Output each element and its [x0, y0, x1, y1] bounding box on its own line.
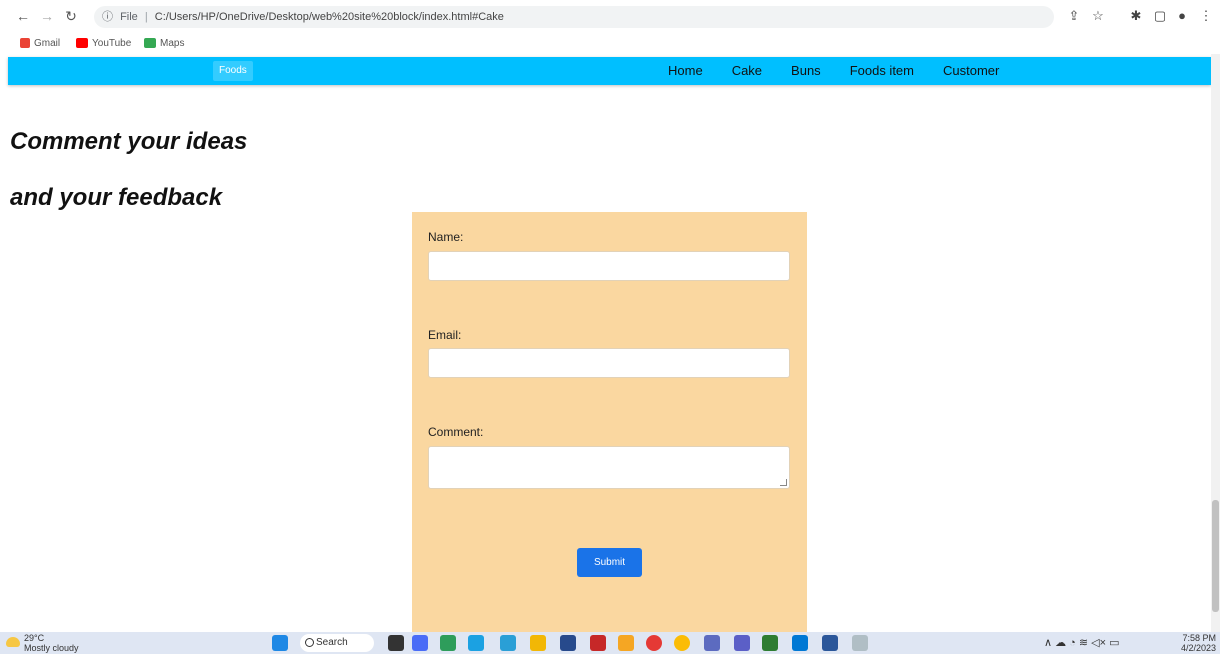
chat-icon[interactable] [412, 635, 428, 651]
email-label: Email: [428, 328, 462, 342]
url-text: C:/Users/HP/OneDrive/Desktop/web%20site%… [154, 11, 504, 23]
side-panel-icon[interactable]: ▢ [1152, 8, 1168, 24]
bookmark-maps[interactable]: Maps [144, 36, 184, 52]
star-icon[interactable]: ☆ [1090, 8, 1106, 24]
profile-icon[interactable]: ● [1174, 8, 1190, 24]
security-app-icon[interactable] [590, 635, 606, 651]
url-prefix: File [120, 11, 138, 23]
store-icon[interactable] [560, 635, 576, 651]
app-icon[interactable] [704, 635, 720, 651]
address-bar[interactable]: ⓘ File | C:/Users/HP/OneDrive/Desktop/we… [94, 6, 1054, 28]
page-heading-line2: and your feedback [10, 184, 223, 211]
logo-text: Foods [219, 65, 247, 76]
bookmark-gmail[interactable]: Gmail [20, 36, 60, 52]
bookmark-label: Maps [160, 38, 185, 49]
app-icon[interactable] [618, 635, 634, 651]
site-menu: Home Cake Buns Foods item Customer [668, 57, 1028, 85]
gmail-icon [20, 38, 30, 49]
pycharm-icon[interactable] [762, 635, 778, 651]
edge-icon[interactable] [468, 635, 484, 651]
bookmark-youtube[interactable]: YouTube [76, 36, 131, 52]
weather-condition: Mostly cloudy [24, 643, 79, 653]
app-icon[interactable] [440, 635, 456, 651]
site-navbar: Foods Home Cake Buns Foods item Customer [8, 57, 1211, 85]
comment-label: Comment: [428, 425, 484, 439]
youtube-icon [76, 38, 88, 49]
start-icon[interactable] [272, 635, 288, 651]
nav-foods-item[interactable]: Foods item [850, 57, 914, 85]
nav-customer[interactable]: Customer [943, 57, 999, 85]
vscode-icon[interactable] [792, 635, 808, 651]
resize-handle-icon[interactable] [780, 479, 787, 486]
site-logo[interactable]: Foods [213, 61, 253, 81]
back-icon[interactable]: ← [14, 7, 32, 25]
clock[interactable]: 7:58 PM 4/2/2023 [1172, 633, 1216, 653]
info-icon[interactable]: ⓘ [102, 6, 113, 28]
weather-widget[interactable]: 29°C Mostly cloudy [24, 633, 79, 653]
date: 4/2/2023 [1180, 643, 1216, 653]
scrollbar-thumb[interactable] [1212, 500, 1219, 612]
opera-icon[interactable] [646, 635, 662, 651]
menu-icon[interactable]: ⋮ [1198, 8, 1214, 24]
maps-icon [144, 38, 156, 49]
task-view-icon[interactable] [388, 635, 404, 651]
reload-icon[interactable]: ↻ [62, 7, 80, 25]
taskbar: 29°C Mostly cloudy Search ∧ ☁ ◔ ≋ ◁× ▭ 7… [0, 632, 1220, 654]
email-input[interactable] [428, 348, 790, 378]
browser-toolbar: ← → ↻ ⓘ File | C:/Users/HP/OneDrive/Desk… [0, 0, 1220, 34]
chrome-icon[interactable] [674, 635, 690, 651]
search-label: Search [316, 637, 348, 648]
comment-textarea[interactable] [428, 446, 790, 489]
feedback-form: Name: Email: Comment: Submit [412, 212, 807, 632]
temperature: 29°C [24, 633, 45, 643]
word-icon[interactable] [822, 635, 838, 651]
share-icon[interactable]: ⇪ [1066, 8, 1082, 24]
name-input[interactable] [428, 251, 790, 281]
nav-home[interactable]: Home [668, 57, 703, 85]
extensions-icon[interactable]: ✱ [1128, 8, 1144, 24]
app-icon[interactable] [500, 635, 516, 651]
page-heading-line1: Comment your ideas [10, 128, 248, 155]
search-icon [305, 638, 314, 647]
taskbar-search[interactable]: Search [300, 634, 374, 652]
url-separator: | [144, 11, 148, 23]
bookmark-label: YouTube [92, 38, 132, 49]
file-explorer-icon[interactable] [530, 635, 546, 651]
bookmark-label: Gmail [34, 38, 61, 49]
system-tray[interactable]: ∧ ☁ ◔ ≋ ◁× ▭ [1044, 636, 1119, 649]
bookmarks-bar: Gmail YouTube Maps [0, 34, 1220, 54]
teams-icon[interactable] [734, 635, 750, 651]
nav-buns[interactable]: Buns [791, 57, 821, 85]
time: 7:58 PM [1182, 633, 1216, 643]
forward-icon[interactable]: → [38, 7, 56, 25]
app-icon[interactable] [852, 635, 868, 651]
weather-icon[interactable] [6, 637, 20, 647]
nav-cake[interactable]: Cake [732, 57, 762, 85]
submit-button[interactable]: Submit [577, 548, 642, 577]
name-label: Name: [428, 230, 464, 244]
